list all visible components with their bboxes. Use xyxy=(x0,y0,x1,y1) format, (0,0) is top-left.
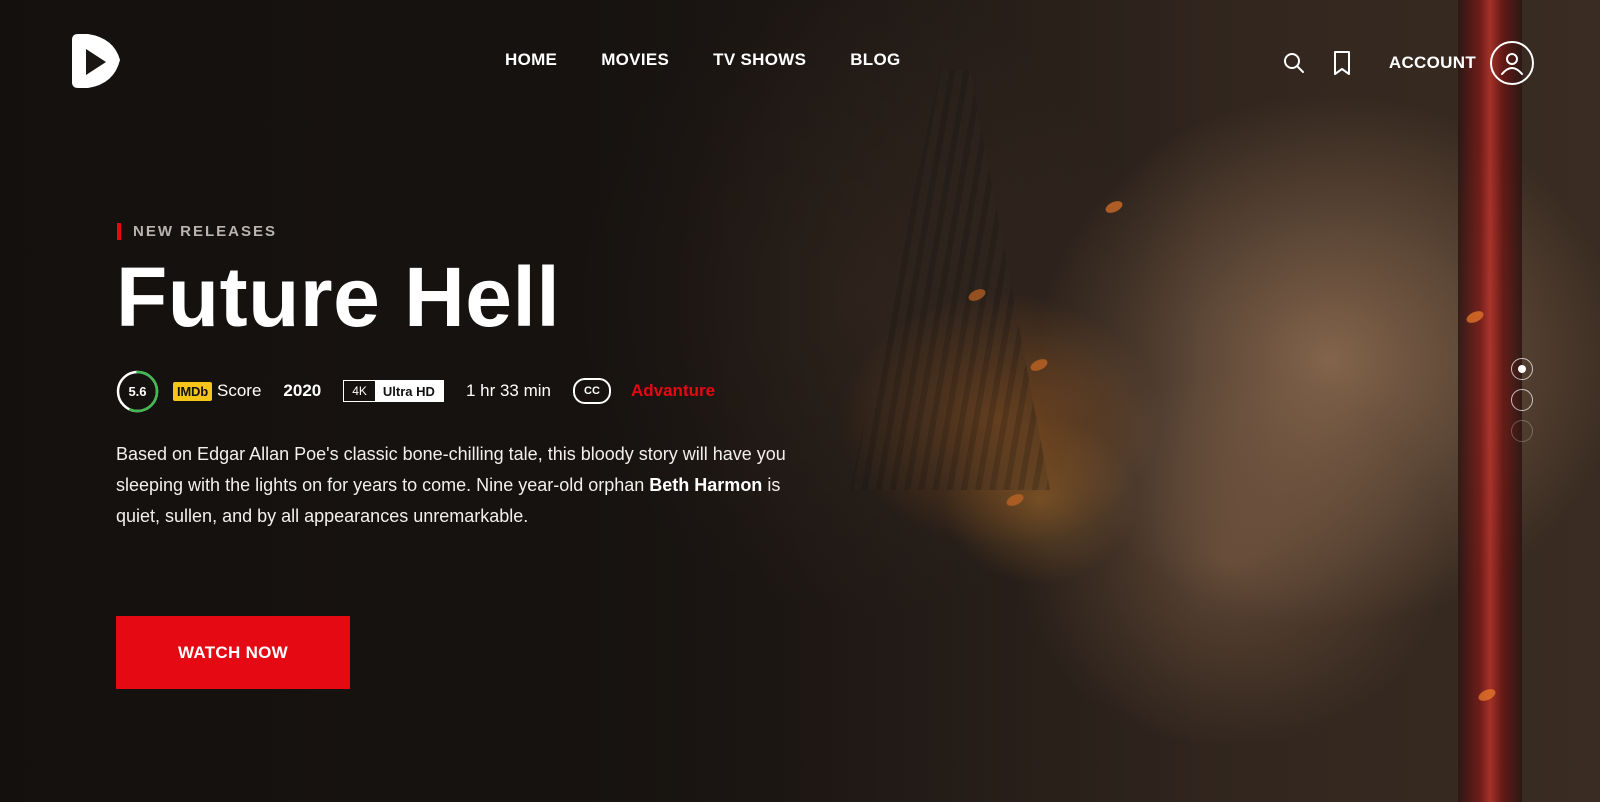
play-logo-icon[interactable] xyxy=(66,32,126,92)
slider-dot[interactable] xyxy=(1511,420,1533,442)
genre-link[interactable]: Advanture xyxy=(631,381,715,401)
quality-resolution: 4K xyxy=(352,384,367,398)
bookmark-icon[interactable] xyxy=(1327,48,1357,78)
user-icon[interactable] xyxy=(1490,41,1534,85)
runtime: 1 hr 33 min xyxy=(465,381,551,400)
quality-label: Ultra HD xyxy=(374,381,443,401)
eyebrow-label: NEW RELEASES xyxy=(133,223,278,240)
nav-item-home[interactable]: HOME xyxy=(505,50,557,70)
eyebrow: NEW RELEASES xyxy=(117,223,277,240)
description-highlight: Beth Harmon xyxy=(649,475,763,495)
main-nav: HOME MOVIES TV SHOWS BLOG xyxy=(505,50,901,70)
movie-title: Future Hell xyxy=(116,250,561,344)
nav-item-movies[interactable]: MOVIES xyxy=(601,50,669,70)
account-link[interactable]: ACCOUNT xyxy=(1389,53,1476,73)
slider-dots xyxy=(1511,358,1533,442)
closed-captions-icon: CC xyxy=(572,378,611,404)
release-year: 2020 xyxy=(283,381,322,400)
rating-badge: 5.6 xyxy=(116,370,159,413)
search-icon[interactable] xyxy=(1279,48,1309,78)
movie-description: Based on Edgar Allan Poe's classic bone-… xyxy=(116,439,796,532)
nav-item-blog[interactable]: BLOG xyxy=(850,50,900,70)
imdb-badge: IMDb xyxy=(173,381,212,401)
watch-now-button[interactable]: WATCH NOW xyxy=(116,616,350,689)
slider-dot[interactable] xyxy=(1511,389,1533,411)
rating-value: 5.6 xyxy=(128,383,147,399)
nav-item-tv-shows[interactable]: TV SHOWS xyxy=(713,50,806,70)
slider-dot[interactable] xyxy=(1511,358,1533,380)
header-tools: ACCOUNT xyxy=(1279,41,1534,85)
quality-badge: 4K Ultra HD xyxy=(343,380,444,402)
score-label: Score xyxy=(216,381,262,400)
movie-meta: 5.6 IMDb Score 2020 4K Ultra HD 1 hr 33 … xyxy=(116,370,715,412)
eyebrow-accent-bar xyxy=(117,223,121,240)
